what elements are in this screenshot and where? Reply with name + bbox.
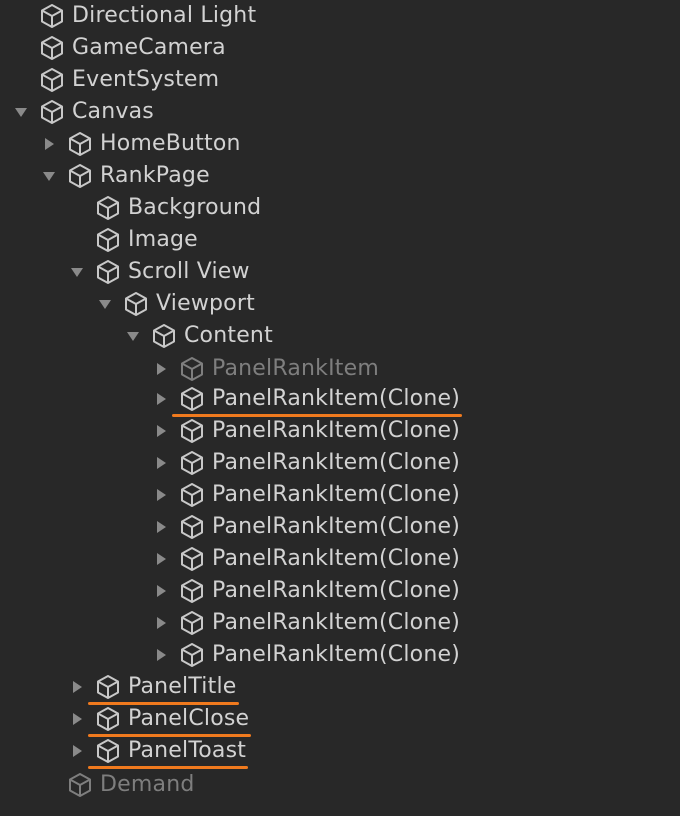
hierarchy-item-label: GameCamera xyxy=(72,35,226,60)
hierarchy-item[interactable]: PanelRankItem(Clone) xyxy=(0,607,680,639)
cube-icon xyxy=(38,66,66,94)
triangle-right-icon[interactable] xyxy=(66,676,88,698)
hierarchy-item[interactable]: HomeButton xyxy=(0,128,680,160)
cube-icon xyxy=(38,34,66,62)
cube-icon xyxy=(178,577,206,605)
hierarchy-panel: Directional Light GameCamera EventSystem Ca… xyxy=(0,0,680,816)
hierarchy-item-label: PanelRankItem(Clone) xyxy=(212,546,460,571)
hierarchy-item[interactable]: Directional Light xyxy=(0,0,680,32)
triangle-right-icon[interactable] xyxy=(38,133,60,155)
hierarchy-item-label: PanelToast xyxy=(128,738,247,763)
hierarchy-item-label: PanelRankItem(Clone) xyxy=(212,418,460,443)
hierarchy-item[interactable]: PanelClose xyxy=(0,703,680,735)
triangle-right-icon[interactable] xyxy=(150,580,172,602)
hierarchy-item-label: HomeButton xyxy=(100,131,241,156)
hierarchy-item-label: Content xyxy=(184,323,273,348)
hierarchy-item-label: PanelRankItem(Clone) xyxy=(212,578,460,603)
hierarchy-item[interactable]: Demand xyxy=(0,769,680,801)
triangle-down-icon[interactable] xyxy=(38,165,60,187)
triangle-down-icon[interactable] xyxy=(122,325,144,347)
cube-icon xyxy=(94,673,122,701)
hierarchy-item[interactable]: PanelToast xyxy=(0,735,680,767)
highlight-underline xyxy=(88,766,249,769)
hierarchy-item[interactable]: PanelRankItem(Clone) xyxy=(0,447,680,479)
hierarchy-item[interactable]: PanelTitle xyxy=(0,671,680,703)
hierarchy-item[interactable]: PanelRankItem(Clone) xyxy=(0,575,680,607)
cube-icon xyxy=(94,194,122,222)
hierarchy-item-label: PanelRankItem(Clone) xyxy=(212,642,460,667)
hierarchy-item-label: RankPage xyxy=(100,163,210,188)
hierarchy-item-label: EventSystem xyxy=(72,67,220,92)
triangle-right-icon[interactable] xyxy=(66,740,88,762)
triangle-right-icon[interactable] xyxy=(150,548,172,570)
hierarchy-item[interactable]: Canvas xyxy=(0,96,680,128)
cube-icon xyxy=(94,737,122,765)
hierarchy-item-label: PanelClose xyxy=(128,706,250,731)
triangle-right-icon[interactable] xyxy=(150,644,172,666)
hierarchy-item[interactable]: PanelRankItem xyxy=(0,353,680,385)
cube-icon xyxy=(66,162,94,190)
hierarchy-item[interactable]: PanelRankItem(Clone) xyxy=(0,511,680,543)
hierarchy-item-label: PanelRankItem(Clone) xyxy=(212,386,460,411)
cube-icon xyxy=(94,705,122,733)
hierarchy-item-label: PanelRankItem(Clone) xyxy=(212,482,460,507)
highlight-underline xyxy=(172,414,462,417)
hierarchy-item-label: PanelRankItem(Clone) xyxy=(212,450,460,475)
cube-icon xyxy=(66,130,94,158)
hierarchy-item[interactable]: Content xyxy=(0,320,680,352)
triangle-right-icon[interactable] xyxy=(150,388,172,410)
cube-icon xyxy=(94,258,122,286)
triangle-right-icon[interactable] xyxy=(150,420,172,442)
cube-icon xyxy=(178,609,206,637)
hierarchy-item[interactable]: PanelRankItem(Clone) xyxy=(0,543,680,575)
cube-icon xyxy=(122,290,150,318)
highlight-underline xyxy=(88,734,252,737)
hierarchy-item-label: PanelRankItem(Clone) xyxy=(212,514,460,539)
triangle-right-icon[interactable] xyxy=(66,708,88,730)
hierarchy-item-label: PanelRankItem xyxy=(212,356,379,381)
cube-icon xyxy=(94,226,122,254)
triangle-right-icon[interactable] xyxy=(150,452,172,474)
triangle-right-icon[interactable] xyxy=(150,612,172,634)
hierarchy-item-label: Background xyxy=(128,195,262,220)
hierarchy-item-label: Canvas xyxy=(72,99,154,124)
cube-icon xyxy=(38,2,66,30)
triangle-right-icon[interactable] xyxy=(150,516,172,538)
hierarchy-item[interactable]: RankPage xyxy=(0,160,680,192)
cube-icon xyxy=(178,641,206,669)
cube-icon xyxy=(178,385,206,413)
hierarchy-item[interactable]: PanelRankItem(Clone) xyxy=(0,639,680,671)
hierarchy-item-label: Viewport xyxy=(156,291,255,316)
triangle-down-icon[interactable] xyxy=(10,101,32,123)
cube-icon xyxy=(150,322,178,350)
highlight-underline xyxy=(88,702,239,705)
hierarchy-item-label: Directional Light xyxy=(72,3,257,28)
hierarchy-item[interactable]: Viewport xyxy=(0,288,680,320)
triangle-down-icon[interactable] xyxy=(94,293,116,315)
hierarchy-item-label: PanelTitle xyxy=(128,674,237,699)
triangle-down-icon[interactable] xyxy=(66,261,88,283)
cube-icon xyxy=(38,98,66,126)
cube-icon xyxy=(178,417,206,445)
hierarchy-item-label: Demand xyxy=(100,772,195,797)
hierarchy-item[interactable]: Scroll View xyxy=(0,256,680,288)
hierarchy-item[interactable]: PanelRankItem(Clone) xyxy=(0,383,680,415)
cube-icon xyxy=(178,449,206,477)
hierarchy-item[interactable]: GameCamera xyxy=(0,32,680,64)
hierarchy-item-label: Image xyxy=(128,227,198,252)
hierarchy-item-label: PanelRankItem(Clone) xyxy=(212,610,460,635)
hierarchy-item-label: Scroll View xyxy=(128,259,250,284)
cube-icon xyxy=(178,545,206,573)
hierarchy-item[interactable]: EventSystem xyxy=(0,64,680,96)
triangle-right-icon[interactable] xyxy=(150,358,172,380)
hierarchy-item[interactable]: Background xyxy=(0,192,680,224)
cube-icon xyxy=(178,355,206,383)
cube-icon xyxy=(66,771,94,799)
triangle-right-icon[interactable] xyxy=(150,484,172,506)
cube-icon xyxy=(178,513,206,541)
hierarchy-item[interactable]: Image xyxy=(0,224,680,256)
cube-icon xyxy=(178,481,206,509)
hierarchy-item[interactable]: PanelRankItem(Clone) xyxy=(0,479,680,511)
hierarchy-item[interactable]: PanelRankItem(Clone) xyxy=(0,415,680,447)
